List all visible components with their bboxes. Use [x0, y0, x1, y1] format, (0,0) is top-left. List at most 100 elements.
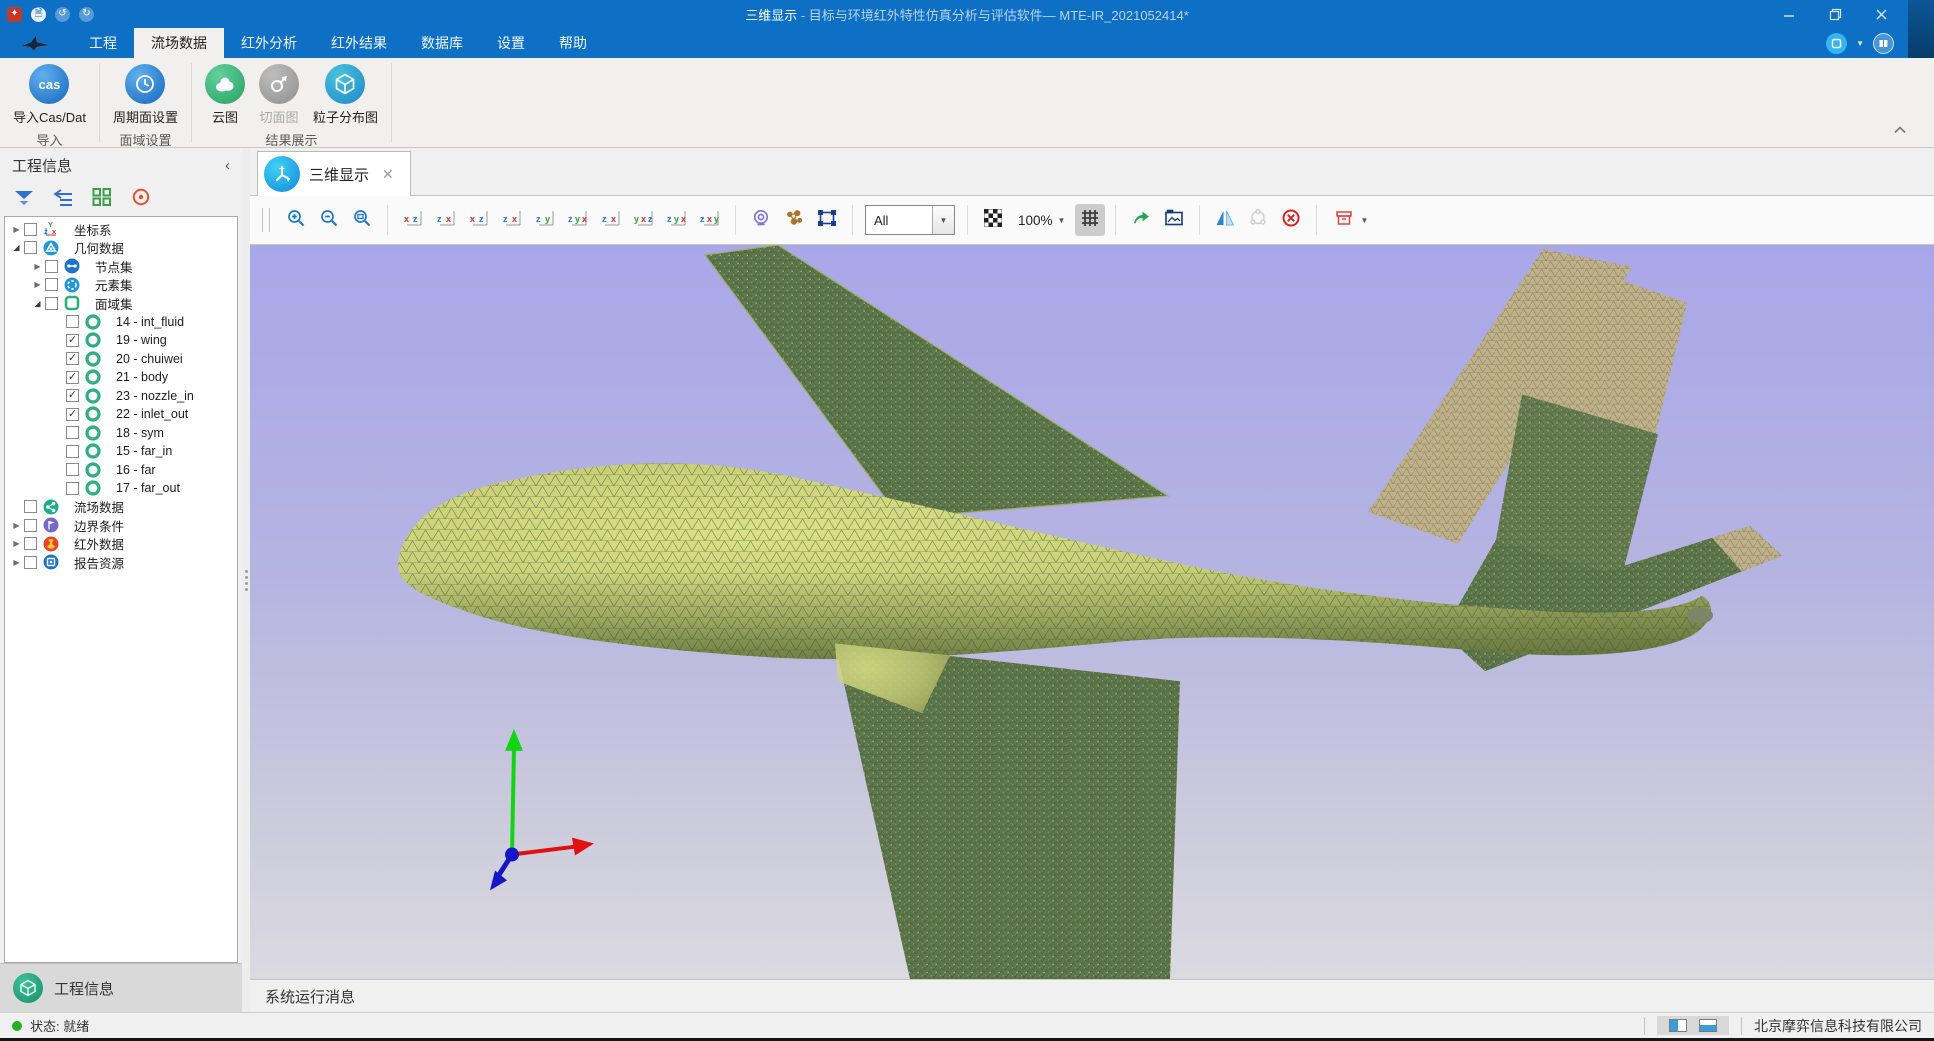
tree-checkbox[interactable]: ✓: [66, 352, 79, 365]
tree-checkbox[interactable]: [24, 556, 37, 569]
tree-expander-icon[interactable]: ◢: [9, 243, 24, 252]
particles-button[interactable]: [779, 204, 809, 236]
tree-row[interactable]: ▶报告资源: [5, 553, 237, 572]
theme-icon[interactable]: [1826, 33, 1847, 54]
axis-view-button[interactable]: zy: [530, 204, 560, 236]
ribbon-button-2-0[interactable]: 云图: [200, 63, 250, 127]
light-button[interactable]: [746, 204, 776, 236]
tree-row[interactable]: ✓21 - body: [5, 368, 237, 387]
tree-row[interactable]: ▶红外数据: [5, 535, 237, 554]
help-book-icon[interactable]: [1873, 33, 1894, 54]
tree-checkbox[interactable]: ✓: [66, 371, 79, 384]
axis-view-button[interactable]: zyx: [662, 204, 692, 236]
tree-checkbox[interactable]: ✓: [66, 389, 79, 402]
tree-row[interactable]: ✓22 - inlet_out: [5, 405, 237, 424]
tree-row[interactable]: 17 - far_out: [5, 479, 237, 498]
axis-view-button[interactable]: zx: [431, 204, 461, 236]
tree-checkbox[interactable]: ✓: [66, 334, 79, 347]
tree-row[interactable]: 流场数据: [5, 498, 237, 517]
tree-checkbox[interactable]: [24, 223, 37, 236]
ribbon-button-1-0[interactable]: 周期面设置: [108, 63, 183, 127]
document-icon[interactable]: 🗎: [31, 7, 46, 22]
tree-checkbox[interactable]: [45, 278, 58, 291]
tree-checkbox[interactable]: [24, 241, 37, 254]
toolbar-drag-handle[interactable]: [262, 208, 270, 232]
tree-row[interactable]: 14 - int_fluid: [5, 313, 237, 332]
axis-view-button[interactable]: yxz: [629, 204, 659, 236]
axis-view-button[interactable]: zx: [596, 204, 626, 236]
zoom-fit-button[interactable]: [347, 204, 377, 236]
tree-checkbox[interactable]: [66, 463, 79, 476]
grid-green-button[interactable]: [90, 187, 114, 211]
tree-row[interactable]: ▶节点集: [5, 257, 237, 276]
tab-3d-view[interactable]: 三维显示 ✕: [257, 151, 411, 196]
tree-checkbox[interactable]: [66, 445, 79, 458]
tree-checkbox[interactable]: [24, 519, 37, 532]
layout-bottom-panel-icon[interactable]: [1699, 1019, 1717, 1032]
minimize-button[interactable]: [1766, 0, 1812, 28]
zoom-level-dropdown[interactable]: 100%▼: [1011, 213, 1072, 228]
ribbon-collapse-icon[interactable]: [1894, 121, 1906, 139]
cancel-button[interactable]: [1276, 204, 1306, 236]
mirror-button[interactable]: [1210, 204, 1240, 236]
tree-row[interactable]: 15 - far_in: [5, 442, 237, 461]
zoom-in-button[interactable]: [281, 204, 311, 236]
menu-item-5[interactable]: 设置: [480, 28, 542, 58]
chevron-down-icon[interactable]: ▼: [932, 206, 954, 234]
tree-expander-icon[interactable]: ▶: [9, 539, 24, 548]
tree-checkbox[interactable]: [45, 260, 58, 273]
tree-expander-icon[interactable]: ▶: [9, 225, 24, 234]
export-arrow-button[interactable]: [1126, 204, 1156, 236]
ribbon-button-0-0[interactable]: cas导入Cas/Dat: [8, 63, 91, 127]
filter-button[interactable]: [12, 187, 36, 211]
menu-item-4[interactable]: 数据库: [404, 28, 480, 58]
chevron-down-icon[interactable]: ▼: [1856, 39, 1864, 48]
outline-button[interactable]: [51, 187, 75, 211]
menu-item-0[interactable]: 工程: [72, 28, 134, 58]
viewport-3d[interactable]: [250, 245, 1934, 979]
tree-row[interactable]: ✓20 - chuiwei: [5, 350, 237, 369]
close-button[interactable]: [1858, 0, 1904, 28]
menu-item-2[interactable]: 红外分析: [224, 28, 314, 58]
tree-row[interactable]: ▶Yzx坐标系: [5, 220, 237, 239]
tree-expander-icon[interactable]: ◢: [30, 299, 45, 308]
tree-checkbox[interactable]: [24, 537, 37, 550]
tree-expander-icon[interactable]: ▶: [9, 521, 24, 530]
snapshot-button[interactable]: [1159, 204, 1189, 236]
tree-expander-icon[interactable]: ▶: [9, 558, 24, 567]
tree-expander-icon[interactable]: ▶: [30, 280, 45, 289]
tree-row[interactable]: ▶元素集: [5, 276, 237, 295]
tree-checkbox[interactable]: [45, 297, 58, 310]
tree-row[interactable]: ✓23 - nozzle_in: [5, 387, 237, 406]
tree-row[interactable]: ◢几何数据: [5, 239, 237, 258]
axis-view-button[interactable]: zxy: [695, 204, 725, 236]
target-button[interactable]: [129, 187, 153, 211]
tree-checkbox[interactable]: [66, 426, 79, 439]
redo-icon[interactable]: ↻: [79, 7, 94, 22]
axis-view-button[interactable]: xz: [398, 204, 428, 236]
undo-icon[interactable]: ↺: [55, 7, 70, 22]
tree-row[interactable]: ▶边界条件: [5, 516, 237, 535]
menu-item-3[interactable]: 红外结果: [314, 28, 404, 58]
panel-collapse-button[interactable]: ‹: [225, 158, 230, 173]
panel-splitter[interactable]: [242, 148, 250, 1012]
axis-view-button[interactable]: zx: [497, 204, 527, 236]
tree-checkbox[interactable]: [24, 500, 37, 513]
grid-button[interactable]: [1075, 204, 1105, 236]
layout-left-panel-icon[interactable]: [1669, 1019, 1687, 1032]
restore-button[interactable]: [1812, 0, 1858, 28]
tree-expander-icon[interactable]: ▶: [30, 262, 45, 271]
ribbon-button-2-2[interactable]: 粒子分布图: [308, 63, 383, 127]
tree-checkbox[interactable]: ✓: [66, 408, 79, 421]
tree-row[interactable]: 16 - far: [5, 461, 237, 480]
checkerboard-button[interactable]: [978, 204, 1008, 236]
tree-row[interactable]: 18 - sym: [5, 424, 237, 443]
tree-checkbox[interactable]: [66, 315, 79, 328]
tree-checkbox[interactable]: [66, 482, 79, 495]
display-filter-select[interactable]: All▼: [865, 205, 955, 235]
tree-row[interactable]: ✓19 - wing: [5, 331, 237, 350]
menu-item-1[interactable]: 流场数据: [134, 28, 224, 58]
axis-view-button[interactable]: xz: [464, 204, 494, 236]
zoom-out-button[interactable]: [314, 204, 344, 236]
tree-row[interactable]: ◢面域集: [5, 294, 237, 313]
